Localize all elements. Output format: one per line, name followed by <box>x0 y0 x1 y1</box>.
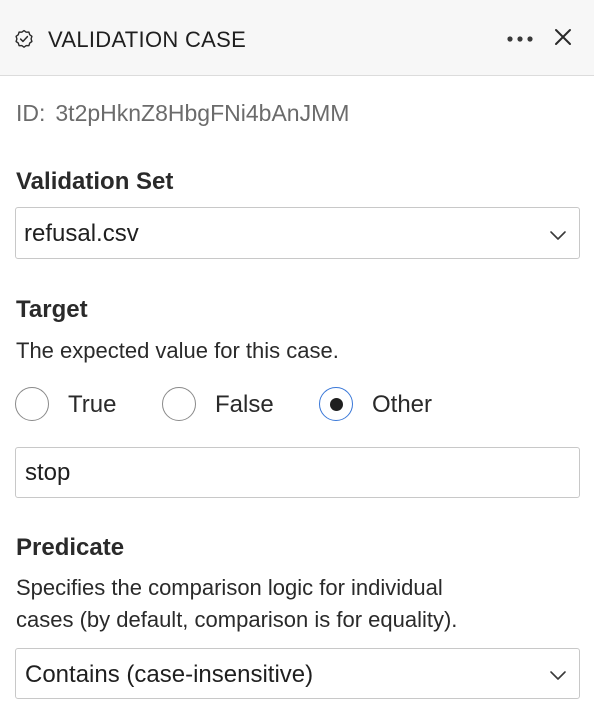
case-id-label: ID: <box>16 100 46 126</box>
radio-label: False <box>215 391 274 418</box>
predicate-value: Contains (case-insensitive) <box>25 661 314 688</box>
more-actions-button[interactable] <box>503 26 537 52</box>
target-radio-other[interactable]: Other <box>319 386 459 424</box>
chevron-down-icon <box>549 666 567 684</box>
radio-label: Other <box>372 391 433 418</box>
predicate-description-line1: Specifies the comparison logic for indiv… <box>16 575 443 600</box>
radio-circle <box>162 387 196 421</box>
target-other-input[interactable] <box>15 447 580 498</box>
predicate-label: Predicate <box>16 534 125 561</box>
close-button[interactable] <box>549 26 577 52</box>
chevron-down-icon <box>549 226 567 244</box>
target-radio-false[interactable]: False <box>162 386 297 424</box>
validation-set-select[interactable]: refusal.csv <box>15 207 580 259</box>
predicate-description-line2: cases (by default, comparison is for equ… <box>16 607 458 632</box>
case-id-value: 3t2pHknZ8HbgFNi4bAnJMM <box>55 100 350 126</box>
radio-circle <box>15 387 49 421</box>
radio-circle-selected <box>319 387 353 421</box>
panel-header: VALIDATION CASE <box>0 0 594 76</box>
target-label: Target <box>16 296 88 323</box>
close-icon <box>554 28 572 51</box>
case-id: ID: 3t2pHknZ8HbgFNi4bAnJMM <box>16 100 349 126</box>
target-description: The expected value for this case. <box>16 338 339 363</box>
panel-title: VALIDATION CASE <box>48 27 247 52</box>
validation-set-label: Validation Set <box>16 168 174 195</box>
badge-check-icon <box>14 29 34 49</box>
validation-set-value: refusal.csv <box>24 220 139 247</box>
target-radio-true[interactable]: True <box>15 386 140 424</box>
predicate-select[interactable]: Contains (case-insensitive) <box>15 648 580 699</box>
radio-label: True <box>68 391 117 418</box>
ellipsis-icon <box>506 30 534 48</box>
